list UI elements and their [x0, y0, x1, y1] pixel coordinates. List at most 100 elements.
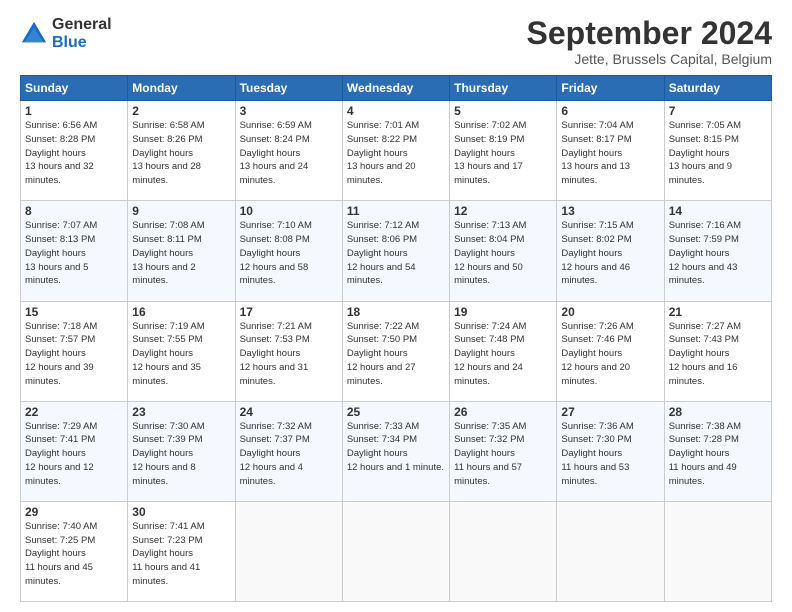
sunrise-label: Sunrise: 6:58 AM [132, 120, 204, 131]
logo: General Blue [20, 16, 112, 51]
sunset-label: Sunset: 7:32 PM [454, 434, 524, 445]
calendar-cell [235, 501, 342, 601]
calendar-cell: 3 Sunrise: 6:59 AM Sunset: 8:24 PM Dayli… [235, 101, 342, 201]
calendar-cell: 13 Sunrise: 7:15 AM Sunset: 8:02 PM Dayl… [557, 201, 664, 301]
daylight-duration: 13 hours and 32 minutes. [25, 161, 94, 186]
sunrise-label: Sunrise: 7:18 AM [25, 321, 97, 332]
calendar-cell: 22 Sunrise: 7:29 AM Sunset: 7:41 PM Dayl… [21, 401, 128, 501]
sunrise-label: Sunrise: 6:56 AM [25, 120, 97, 131]
sunrise-label: Sunrise: 7:38 AM [669, 421, 741, 432]
calendar-body: 1 Sunrise: 6:56 AM Sunset: 8:28 PM Dayli… [21, 101, 772, 602]
calendar-cell: 10 Sunrise: 7:10 AM Sunset: 8:08 PM Dayl… [235, 201, 342, 301]
daylight-label: Daylight hours [454, 348, 515, 359]
calendar-cell [557, 501, 664, 601]
sunset-label: Sunset: 7:46 PM [561, 334, 631, 345]
sunrise-label: Sunrise: 7:21 AM [240, 321, 312, 332]
sunrise-label: Sunrise: 7:24 AM [454, 321, 526, 332]
daylight-duration: 13 hours and 9 minutes. [669, 161, 732, 186]
sunrise-label: Sunrise: 7:40 AM [25, 521, 97, 532]
daylight-label: Daylight hours [132, 148, 193, 159]
day-number: 7 [669, 104, 767, 118]
sunrise-label: Sunrise: 7:33 AM [347, 421, 419, 432]
daylight-duration: 11 hours and 45 minutes. [25, 562, 93, 587]
day-info: Sunrise: 7:02 AM Sunset: 8:19 PM Dayligh… [454, 119, 552, 188]
day-number: 18 [347, 305, 445, 319]
day-number: 12 [454, 204, 552, 218]
day-number: 23 [132, 405, 230, 419]
daylight-label: Daylight hours [347, 248, 408, 259]
calendar-cell: 25 Sunrise: 7:33 AM Sunset: 7:34 PM Dayl… [342, 401, 449, 501]
daylight-duration: 11 hours and 41 minutes. [132, 562, 200, 587]
day-number: 20 [561, 305, 659, 319]
daylight-duration: 12 hours and 35 minutes. [132, 362, 201, 387]
daylight-label: Daylight hours [25, 148, 86, 159]
day-info: Sunrise: 7:10 AM Sunset: 8:08 PM Dayligh… [240, 219, 338, 288]
sunset-label: Sunset: 7:23 PM [132, 535, 202, 546]
day-info: Sunrise: 7:32 AM Sunset: 7:37 PM Dayligh… [240, 420, 338, 489]
calendar-cell: 18 Sunrise: 7:22 AM Sunset: 7:50 PM Dayl… [342, 301, 449, 401]
sunset-label: Sunset: 8:08 PM [240, 234, 310, 245]
logo-text: General Blue [52, 16, 112, 51]
daylight-duration: 11 hours and 49 minutes. [669, 462, 737, 487]
sunset-label: Sunset: 8:06 PM [347, 234, 417, 245]
calendar-week-1: 1 Sunrise: 6:56 AM Sunset: 8:28 PM Dayli… [21, 101, 772, 201]
day-number: 3 [240, 104, 338, 118]
day-info: Sunrise: 7:40 AM Sunset: 7:25 PM Dayligh… [25, 520, 123, 589]
day-info: Sunrise: 7:38 AM Sunset: 7:28 PM Dayligh… [669, 420, 767, 489]
calendar-cell: 15 Sunrise: 7:18 AM Sunset: 7:57 PM Dayl… [21, 301, 128, 401]
calendar-week-5: 29 Sunrise: 7:40 AM Sunset: 7:25 PM Dayl… [21, 501, 772, 601]
daylight-label: Daylight hours [561, 248, 622, 259]
calendar-cell: 21 Sunrise: 7:27 AM Sunset: 7:43 PM Dayl… [664, 301, 771, 401]
header-cell-monday: Monday [128, 76, 235, 101]
day-number: 9 [132, 204, 230, 218]
sunrise-label: Sunrise: 7:19 AM [132, 321, 204, 332]
daylight-label: Daylight hours [454, 448, 515, 459]
day-info: Sunrise: 7:35 AM Sunset: 7:32 PM Dayligh… [454, 420, 552, 489]
calendar-cell: 14 Sunrise: 7:16 AM Sunset: 7:59 PM Dayl… [664, 201, 771, 301]
calendar-subtitle: Jette, Brussels Capital, Belgium [527, 51, 772, 67]
daylight-duration: 12 hours and 20 minutes. [561, 362, 630, 387]
daylight-duration: 13 hours and 17 minutes. [454, 161, 523, 186]
calendar-cell: 8 Sunrise: 7:07 AM Sunset: 8:13 PM Dayli… [21, 201, 128, 301]
daylight-duration: 12 hours and 58 minutes. [240, 262, 309, 287]
calendar-cell: 23 Sunrise: 7:30 AM Sunset: 7:39 PM Dayl… [128, 401, 235, 501]
sunset-label: Sunset: 8:02 PM [561, 234, 631, 245]
day-info: Sunrise: 7:30 AM Sunset: 7:39 PM Dayligh… [132, 420, 230, 489]
calendar-cell: 11 Sunrise: 7:12 AM Sunset: 8:06 PM Dayl… [342, 201, 449, 301]
sunrise-label: Sunrise: 7:13 AM [454, 220, 526, 231]
sunrise-label: Sunrise: 7:01 AM [347, 120, 419, 131]
sunset-label: Sunset: 8:24 PM [240, 134, 310, 145]
daylight-label: Daylight hours [240, 148, 301, 159]
day-info: Sunrise: 7:22 AM Sunset: 7:50 PM Dayligh… [347, 320, 445, 389]
daylight-label: Daylight hours [25, 548, 86, 559]
daylight-label: Daylight hours [240, 448, 301, 459]
calendar-cell: 5 Sunrise: 7:02 AM Sunset: 8:19 PM Dayli… [450, 101, 557, 201]
sunrise-label: Sunrise: 7:29 AM [25, 421, 97, 432]
sunset-label: Sunset: 8:13 PM [25, 234, 95, 245]
sunset-label: Sunset: 7:25 PM [25, 535, 95, 546]
sunset-label: Sunset: 8:15 PM [669, 134, 739, 145]
day-number: 19 [454, 305, 552, 319]
day-info: Sunrise: 7:27 AM Sunset: 7:43 PM Dayligh… [669, 320, 767, 389]
sunrise-label: Sunrise: 7:22 AM [347, 321, 419, 332]
sunrise-label: Sunrise: 7:41 AM [132, 521, 204, 532]
calendar-cell: 16 Sunrise: 7:19 AM Sunset: 7:55 PM Dayl… [128, 301, 235, 401]
sunrise-label: Sunrise: 7:02 AM [454, 120, 526, 131]
daylight-duration: 12 hours and 46 minutes. [561, 262, 630, 287]
sunset-label: Sunset: 7:30 PM [561, 434, 631, 445]
daylight-label: Daylight hours [669, 348, 730, 359]
sunrise-label: Sunrise: 7:35 AM [454, 421, 526, 432]
day-number: 16 [132, 305, 230, 319]
day-info: Sunrise: 7:08 AM Sunset: 8:11 PM Dayligh… [132, 219, 230, 288]
sunrise-label: Sunrise: 7:36 AM [561, 421, 633, 432]
sunset-label: Sunset: 7:28 PM [669, 434, 739, 445]
sunset-label: Sunset: 7:59 PM [669, 234, 739, 245]
calendar-cell: 1 Sunrise: 6:56 AM Sunset: 8:28 PM Dayli… [21, 101, 128, 201]
day-info: Sunrise: 7:26 AM Sunset: 7:46 PM Dayligh… [561, 320, 659, 389]
calendar-cell [342, 501, 449, 601]
day-number: 15 [25, 305, 123, 319]
daylight-label: Daylight hours [669, 148, 730, 159]
day-number: 4 [347, 104, 445, 118]
sunrise-label: Sunrise: 7:30 AM [132, 421, 204, 432]
sunset-label: Sunset: 8:28 PM [25, 134, 95, 145]
